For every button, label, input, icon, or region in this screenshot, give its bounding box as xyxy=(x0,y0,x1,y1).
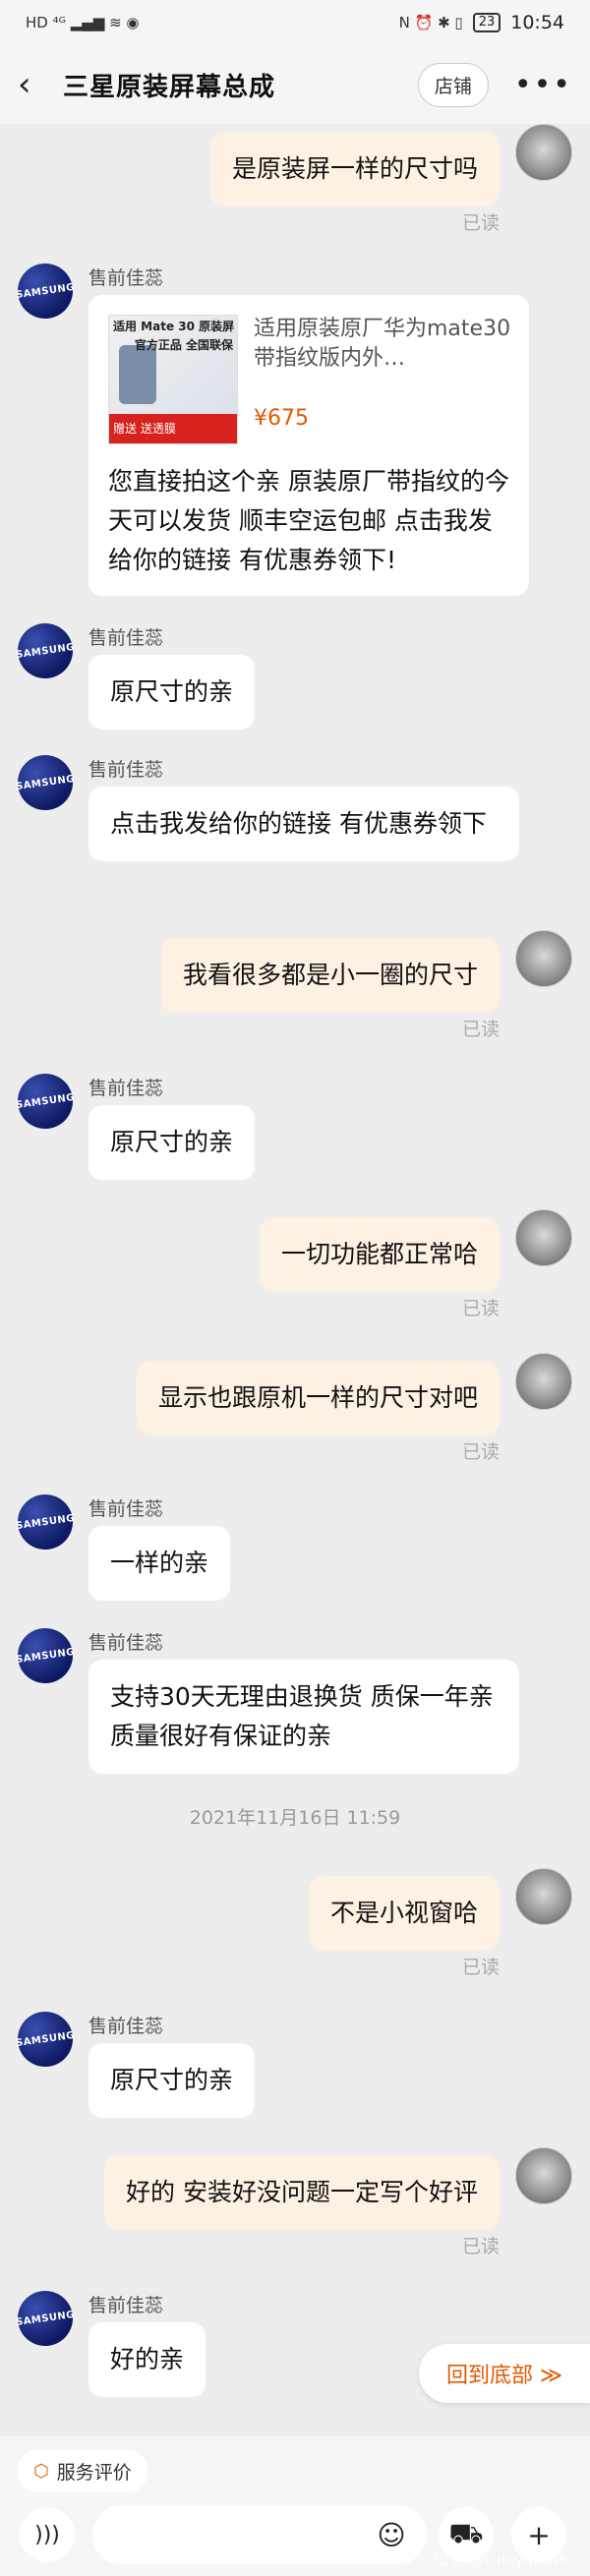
read-status: 已读 xyxy=(461,1019,500,1040)
message-bubble[interactable]: 原尺寸的亲 xyxy=(88,655,256,730)
time-divider: 2021年11月16日 11:59 xyxy=(189,1807,401,1829)
signal-icons: HD ⁴ᴳ ▂▄▆ ≋ ◉ xyxy=(26,14,140,31)
status-right: N ⏰ ✱ ▯ 23 10:54 xyxy=(399,12,564,33)
seller-avatar[interactable]: SAMSUNG xyxy=(14,2008,77,2071)
seller-avatar[interactable]: SAMSUNG xyxy=(14,1624,77,1687)
service-review-button[interactable]: ⬡ 服务评价 xyxy=(18,2450,148,2492)
back-to-bottom-button[interactable]: 回到底部 ≫ xyxy=(418,2344,590,2403)
user-avatar[interactable] xyxy=(515,1868,572,1925)
product-card[interactable]: 适用 Mate 30 原装屏 官方正品 全国联保 赠送 送透膜 适用原装原厂华为… xyxy=(108,315,510,444)
user-avatar[interactable] xyxy=(515,1353,572,1410)
voice-icon[interactable]: ))) xyxy=(20,2507,75,2562)
sender-name: 售前佳蕊 xyxy=(88,1632,164,1654)
message-bubble[interactable]: 点击我发给你的链接 有优惠券领下 xyxy=(88,787,519,861)
message-bubble[interactable]: 原尺寸的亲 xyxy=(88,2043,256,2118)
read-status: 已读 xyxy=(461,1441,500,1463)
badge-icon: ⬡ xyxy=(33,2461,49,2482)
product-thumbnail: 适用 Mate 30 原装屏 官方正品 全国联保 赠送 送透膜 xyxy=(108,315,238,444)
emoji-icon[interactable]: ☺ xyxy=(364,2507,419,2562)
user-avatar[interactable] xyxy=(515,930,572,987)
sender-name: 售前佳蕊 xyxy=(88,759,164,781)
product-price: ¥675 xyxy=(254,406,309,431)
clock: 10:54 xyxy=(510,12,564,33)
message-bubble[interactable]: 不是小视窗哈 xyxy=(308,1876,500,1951)
seller-avatar[interactable]: SAMSUNG xyxy=(14,751,77,814)
sender-name: 售前佳蕊 xyxy=(88,2295,164,2316)
seller-avatar[interactable]: SAMSUNG xyxy=(14,619,77,682)
nav-bar: ‹ 三星原装屏幕总成 店铺 ••• xyxy=(0,45,590,124)
message-bubble[interactable]: 是原装屏一样的尺寸吗 xyxy=(209,132,500,206)
watermark: 知乎 @tukiyama6 xyxy=(433,2550,569,2569)
sender-name: 售前佳蕊 xyxy=(88,627,164,649)
status-bar: HD ⁴ᴳ ▂▄▆ ≋ ◉ N ⏰ ✱ ▯ 23 10:54 xyxy=(0,0,590,45)
shop-button[interactable]: 店铺 xyxy=(417,62,489,107)
read-status: 已读 xyxy=(461,2236,500,2257)
battery-icon: 23 xyxy=(472,13,502,32)
read-status: 已读 xyxy=(461,212,500,234)
message-bubble[interactable]: 适用 Mate 30 原装屏 官方正品 全国联保 赠送 送透膜 适用原装原厂华为… xyxy=(88,295,529,596)
page-title: 三星原装屏幕总成 xyxy=(63,72,276,102)
read-status: 已读 xyxy=(461,1957,500,1978)
message-bubble[interactable]: 我看很多都是小一圈的尺寸 xyxy=(160,938,500,1013)
status-left: HD ⁴ᴳ ▂▄▆ ≋ ◉ xyxy=(26,14,140,31)
more-icon[interactable]: ••• xyxy=(514,68,572,102)
service-review-label: 服务评价 xyxy=(56,2462,132,2484)
sender-name: 售前佳蕊 xyxy=(88,2016,164,2037)
seller-avatar[interactable]: SAMSUNG xyxy=(14,1491,77,1553)
message-text: 您直接拍这个亲 原装原厂带指纹的今天可以发货 顺丰空运包邮 点击我发给你的链接 … xyxy=(108,467,509,574)
seller-avatar[interactable]: SAMSUNG xyxy=(14,1070,77,1133)
thumb-bottom-text: 赠送 送透膜 xyxy=(109,414,237,443)
message-bubble[interactable]: 一切功能都正常哈 xyxy=(259,1217,500,1292)
sender-name: 售前佳蕊 xyxy=(88,1498,164,1520)
message-bubble[interactable]: 好的 安装好没问题一定写个好评 xyxy=(104,2155,500,2230)
back-arrow-icon[interactable]: ‹ xyxy=(18,65,63,104)
seller-avatar[interactable]: SAMSUNG xyxy=(14,2287,77,2350)
phone-image-icon xyxy=(119,345,156,404)
system-icons: N ⏰ ✱ ▯ xyxy=(398,14,463,31)
message-bubble[interactable]: 支持30天无理由退换货 质保一年亲 质量很好有保证的亲 xyxy=(88,1660,519,1774)
product-title: 适用原装原厂华为mate30带指纹版内外… xyxy=(254,317,511,371)
sender-name: 售前佳蕊 xyxy=(88,1078,164,1099)
user-avatar[interactable] xyxy=(515,2147,572,2204)
thumb-top-text: 适用 Mate 30 原装屏 xyxy=(113,320,235,333)
message-bubble[interactable]: 好的亲 xyxy=(88,2322,206,2397)
sender-name: 售前佳蕊 xyxy=(88,267,164,289)
user-avatar[interactable] xyxy=(515,124,572,181)
seller-avatar[interactable]: SAMSUNG xyxy=(14,260,77,322)
user-avatar[interactable] xyxy=(515,1209,572,1266)
message-bubble[interactable]: 显示也跟原机一样的尺寸对吧 xyxy=(136,1361,500,1435)
read-status: 已读 xyxy=(461,1298,500,1319)
message-bubble[interactable]: 一样的亲 xyxy=(88,1526,231,1601)
message-bubble[interactable]: 原尺寸的亲 xyxy=(88,1105,256,1180)
thumb-mid-text: 官方正品 全国联保 xyxy=(134,338,233,352)
